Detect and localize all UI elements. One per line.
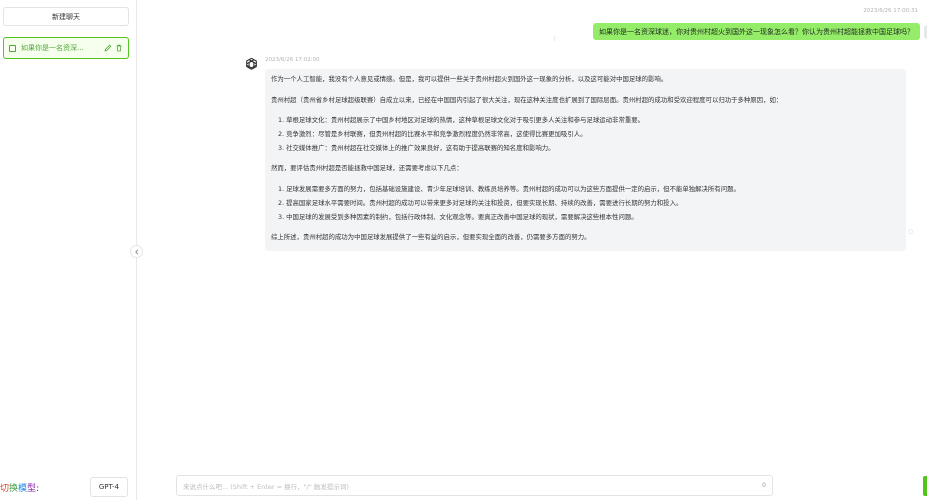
model-label-char: 模 <box>18 483 28 494</box>
send-button[interactable] <box>923 476 927 496</box>
new-chat-button[interactable]: 新建聊天 <box>3 7 129 26</box>
bot-list-item: 3. 社交媒体推广：贵州村超在社交媒体上的推广效果良好，这有助于提高联赛的知名度… <box>278 144 555 152</box>
bot-paragraph: 贵州村超（贵州省乡村足球超级联赛）自成立以来，已经在中国国内引起了很大关注，现在… <box>271 96 783 104</box>
bot-paragraph: 然而，要评估贵州村超是否能拯救中国足球，还需要考虑以下几点： <box>271 164 463 172</box>
bot-list-item: 1. 足球发展需要多方面的努力，包括基础设施建设、青少年足球培训、教练员培养等。… <box>278 185 740 193</box>
edit-icon[interactable] <box>104 44 112 52</box>
user-message-time: 2023/6/26 17:00:31 <box>863 8 918 14</box>
model-label-char: 切 <box>0 483 10 494</box>
bot-list-item: 2. 竞争激烈：尽管是乡村联赛，但贵州村超的比赛水平和竞争激烈程度仍然非常高，这… <box>278 130 587 138</box>
bot-message-bubble: 作为一个人工智能，我没有个人意见或情感。但是，我可以提供一些关于贵州村超火到国外… <box>265 69 906 251</box>
user-message-status: ! <box>553 36 556 43</box>
user-message-bubble: 如果你是一名资深球迷，你对贵州村超火到国外这一现象怎么看？你认为贵州村超能拯救中… <box>593 23 920 40</box>
model-label-char: 型 <box>27 483 37 494</box>
bot-paragraph: 作为一个人工智能，我没有个人意见或情感。但是，我可以提供一些关于贵州村超火到国外… <box>271 75 668 83</box>
bot-paragraph: 综上所述，贵州村超的成功为中国足球发展提供了一些有益的启示，但要实现全面的改善，… <box>271 233 591 241</box>
trash-icon[interactable] <box>115 44 123 52</box>
model-select[interactable]: GPT-4 <box>90 477 128 497</box>
model-switch-label: 切换模型: <box>0 481 39 494</box>
chat-main: 2023/6/26 17:00:31 ! 如果你是一名资深球迷，你对贵州村超火到… <box>138 0 927 500</box>
bot-message-actions[interactable]: ○ <box>908 228 913 235</box>
sidebar-collapse-button[interactable] <box>130 245 143 258</box>
sidebar: 新建聊天 如果你是一名资深... 切换模型: GPT-4 <box>0 0 137 500</box>
sidebar-chat-item[interactable]: 如果你是一名资深... <box>3 37 129 59</box>
bot-list-item: 3. 中国足球的发展受到多种因素的制约，包括行政体制、文化观念等。要真正改善中国… <box>278 213 638 221</box>
char-count: 0 <box>762 482 766 489</box>
chat-item-title: 如果你是一名资深... <box>21 44 84 52</box>
bot-message-time: 2023/6/26 17:02:00 <box>265 57 320 63</box>
model-label-char: : <box>36 483 40 494</box>
chevron-left-icon <box>134 248 138 255</box>
message-input-placeholder: 来说点什么吧... (Shift + Enter = 换行，"/" 触发提示词) <box>183 482 349 491</box>
bot-list-item: 2. 提高国家足球水平需要时间。贵州村超的成功可以带来更多对足球的关注和投资，但… <box>278 199 683 207</box>
message-input[interactable]: 来说点什么吧... (Shift + Enter = 换行，"/" 触发提示词)… <box>176 475 773 496</box>
model-switch-row: 切换模型: GPT-4 <box>0 477 137 497</box>
chat-icon <box>9 44 16 52</box>
bot-list-item: 1. 草根足球文化：贵州村超展示了中国乡村地区对足球的热情，这种草根足球文化对于… <box>278 116 645 124</box>
openai-logo-icon <box>243 56 260 73</box>
model-label-char: 换 <box>9 483 19 494</box>
